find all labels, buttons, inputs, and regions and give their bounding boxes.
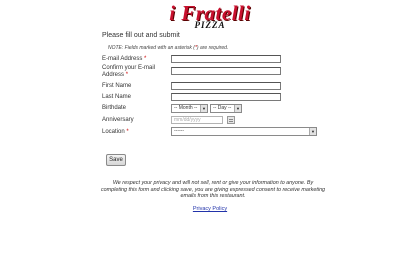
last-name-field[interactable]	[171, 93, 281, 101]
anniversary-label: Anniversary	[102, 117, 134, 123]
confirm-email-label-line2: Address	[102, 72, 125, 78]
location-label: Location *	[102, 129, 129, 136]
first-name-label: First Name	[102, 83, 132, 89]
required-note: NOTE: Fields marked with an asterisk (*)…	[108, 45, 228, 51]
chevron-down-icon: ▼	[234, 105, 241, 112]
calendar-icon[interactable]	[227, 116, 235, 124]
confirm-email-field[interactable]	[171, 67, 281, 75]
chevron-down-icon: ▼	[200, 105, 207, 112]
birthdate-label: Birthdate	[102, 105, 127, 111]
save-button[interactable]: Save	[106, 154, 126, 166]
last-name-label: Last Name	[102, 94, 132, 100]
confirm-email-required-mark: *	[125, 72, 129, 78]
birth-day-select[interactable]: -- Day -- ▼	[210, 104, 242, 113]
birth-day-value: -- Day --	[213, 105, 232, 111]
anniversary-field[interactable]: mm/dd/yyyy	[171, 116, 223, 124]
location-select[interactable]: ------ ▼	[171, 127, 317, 136]
note-suffix: ) are required.	[196, 45, 229, 51]
email-label: E-mail Address *	[102, 56, 146, 63]
email-field[interactable]	[171, 55, 281, 63]
brand-logo: i Fratelli PIZZA	[0, 0, 420, 32]
form-intro: Please fill out and submit	[102, 32, 180, 39]
location-value: ------	[174, 128, 184, 134]
note-prefix: NOTE: Fields marked with an asterisk (	[108, 45, 195, 51]
confirm-email-label-line1: Confirm your E-mail	[102, 65, 156, 71]
location-label-text: Location	[102, 129, 125, 135]
privacy-disclaimer: We respect your privacy and will not sel…	[100, 180, 326, 200]
first-name-field[interactable]	[171, 82, 281, 90]
birth-month-select[interactable]: -- Month -- ▼	[171, 104, 208, 113]
brand-subtitle: PIZZA	[194, 20, 226, 30]
email-required-mark: *	[144, 56, 147, 62]
location-required-mark: *	[126, 129, 129, 135]
birth-month-value: -- Month --	[174, 105, 198, 111]
email-label-text: E-mail Address	[102, 56, 143, 62]
confirm-email-label: Confirm your E-mail Address *	[102, 65, 155, 79]
chevron-down-icon: ▼	[309, 128, 316, 135]
privacy-policy-link[interactable]: Privacy Policy	[0, 206, 420, 212]
